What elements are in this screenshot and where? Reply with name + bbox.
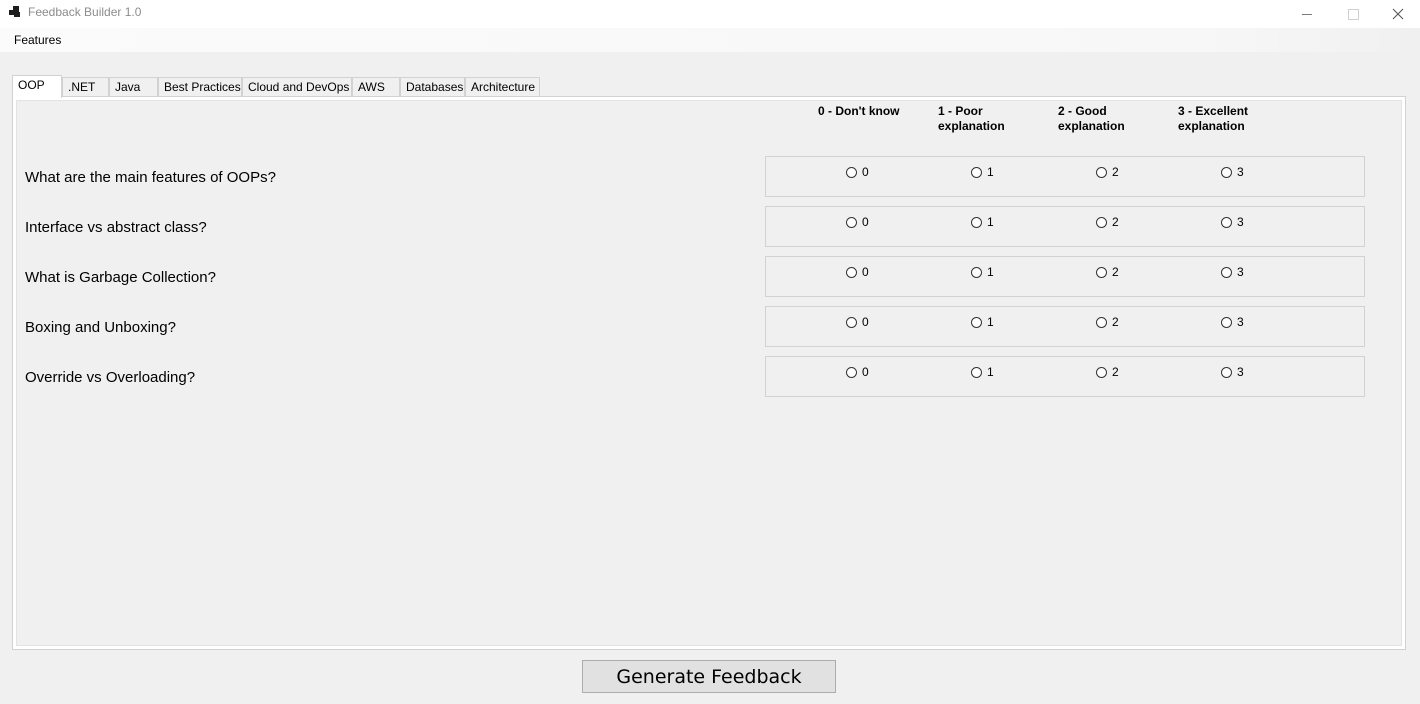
radio-icon[interactable] xyxy=(1096,316,1107,328)
rating-option-3[interactable]: 3 xyxy=(1221,216,1244,228)
rating-option-label: 3 xyxy=(1237,315,1244,329)
rating-option-2[interactable]: 2 xyxy=(1096,266,1119,278)
rating-option-0[interactable]: 0 xyxy=(846,166,869,178)
title-bar: Feedback Builder 1.0 xyxy=(0,0,1420,28)
radio-icon[interactable] xyxy=(1221,216,1232,228)
rating-option-3[interactable]: 3 xyxy=(1221,316,1244,328)
question-label: What are the main features of OOPs? xyxy=(25,169,276,186)
rating-option-label: 0 xyxy=(862,165,869,179)
rating-header-1: 1 - Poor explanation xyxy=(938,104,1005,133)
rating-option-1[interactable]: 1 xyxy=(971,316,994,328)
tab-architecture[interactable]: Architecture xyxy=(465,77,540,96)
rating-option-label: 2 xyxy=(1112,265,1119,279)
radio-icon[interactable] xyxy=(1096,216,1107,228)
radio-icon[interactable] xyxy=(846,166,857,178)
rating-header-2: 2 - Good explanation xyxy=(1058,104,1125,133)
rating-option-2[interactable]: 2 xyxy=(1096,316,1119,328)
rating-group: 0 1 2 3 xyxy=(765,156,1365,197)
radio-icon[interactable] xyxy=(1096,266,1107,278)
rating-option-label: 0 xyxy=(862,265,869,279)
tab-databases[interactable]: Databases xyxy=(400,77,465,96)
rating-option-label: 0 xyxy=(862,365,869,379)
radio-icon[interactable] xyxy=(1221,316,1232,328)
rating-option-label: 1 xyxy=(987,215,994,229)
question-label: Override vs Overloading? xyxy=(25,369,196,386)
tab-best-practices[interactable]: Best Practices xyxy=(158,77,242,96)
rating-group: 0 1 2 3 xyxy=(765,206,1365,247)
close-button[interactable] xyxy=(1375,0,1420,28)
radio-icon[interactable] xyxy=(971,266,982,278)
generate-feedback-button[interactable]: Generate Feedback xyxy=(582,660,836,693)
rating-option-3[interactable]: 3 xyxy=(1221,366,1244,378)
rating-option-label: 1 xyxy=(987,165,994,179)
rating-option-label: 2 xyxy=(1112,365,1119,379)
radio-icon[interactable] xyxy=(971,316,982,328)
tab-aws[interactable]: AWS xyxy=(352,77,400,96)
rating-option-0[interactable]: 0 xyxy=(846,266,869,278)
rating-option-1[interactable]: 1 xyxy=(971,166,994,178)
radio-icon[interactable] xyxy=(971,216,982,228)
rating-option-3[interactable]: 3 xyxy=(1221,266,1244,278)
question-label: Boxing and Unboxing? xyxy=(25,319,176,336)
rating-option-label: 2 xyxy=(1112,165,1119,179)
menu-bar: Features xyxy=(0,28,1420,52)
radio-icon[interactable] xyxy=(846,366,857,378)
question-label: What is Garbage Collection? xyxy=(25,269,216,286)
rating-option-label: 3 xyxy=(1237,265,1244,279)
tab-oop[interactable]: OOP xyxy=(12,75,62,98)
rating-option-0[interactable]: 0 xyxy=(846,316,869,328)
radio-icon[interactable] xyxy=(1221,366,1232,378)
rating-option-1[interactable]: 1 xyxy=(971,266,994,278)
radio-icon[interactable] xyxy=(846,266,857,278)
rating-option-0[interactable]: 0 xyxy=(846,366,869,378)
maximize-button[interactable] xyxy=(1330,0,1376,28)
maximize-icon xyxy=(1347,8,1359,20)
rating-option-2[interactable]: 2 xyxy=(1096,166,1119,178)
app-icon xyxy=(9,6,21,18)
window-title: Feedback Builder 1.0 xyxy=(28,5,142,19)
question-label: Interface vs abstract class? xyxy=(25,219,207,236)
rating-option-2[interactable]: 2 xyxy=(1096,366,1119,378)
radio-icon[interactable] xyxy=(1221,266,1232,278)
rating-header-3: 3 - Excellent explanation xyxy=(1178,104,1249,133)
menu-features[interactable]: Features xyxy=(7,32,68,48)
rating-option-label: 0 xyxy=(862,315,869,329)
main-window: Feedback Builder 1.0 Features OOP .NET J… xyxy=(0,0,1420,704)
rating-option-label: 3 xyxy=(1237,215,1244,229)
tab-cloud-devops[interactable]: Cloud and DevOps xyxy=(242,77,352,96)
rating-option-label: 1 xyxy=(987,265,994,279)
rating-group: 0 1 2 3 xyxy=(765,256,1365,297)
rating-option-1[interactable]: 1 xyxy=(971,366,994,378)
rating-option-3[interactable]: 3 xyxy=(1221,166,1244,178)
rating-option-label: 2 xyxy=(1112,215,1119,229)
rating-option-label: 2 xyxy=(1112,315,1119,329)
rating-option-label: 0 xyxy=(862,215,869,229)
radio-icon[interactable] xyxy=(846,316,857,328)
rating-option-label: 1 xyxy=(987,315,994,329)
tab-java[interactable]: Java xyxy=(109,77,158,96)
radio-icon[interactable] xyxy=(1096,166,1107,178)
rating-option-label: 3 xyxy=(1237,165,1244,179)
rating-group: 0 1 2 3 xyxy=(765,306,1365,347)
radio-icon[interactable] xyxy=(1096,366,1107,378)
radio-icon[interactable] xyxy=(1221,166,1232,178)
minimize-icon xyxy=(1302,13,1312,15)
close-icon xyxy=(1392,8,1404,20)
rating-option-2[interactable]: 2 xyxy=(1096,216,1119,228)
rating-option-label: 1 xyxy=(987,365,994,379)
minimize-button[interactable] xyxy=(1284,0,1330,28)
tab-dotnet[interactable]: .NET xyxy=(62,77,109,96)
radio-icon[interactable] xyxy=(971,166,982,178)
rating-group: 0 1 2 3 xyxy=(765,356,1365,397)
rating-header-0: 0 - Don't know xyxy=(818,104,900,118)
radio-icon[interactable] xyxy=(971,366,982,378)
rating-option-0[interactable]: 0 xyxy=(846,216,869,228)
radio-icon[interactable] xyxy=(846,216,857,228)
rating-option-1[interactable]: 1 xyxy=(971,216,994,228)
rating-option-label: 3 xyxy=(1237,365,1244,379)
